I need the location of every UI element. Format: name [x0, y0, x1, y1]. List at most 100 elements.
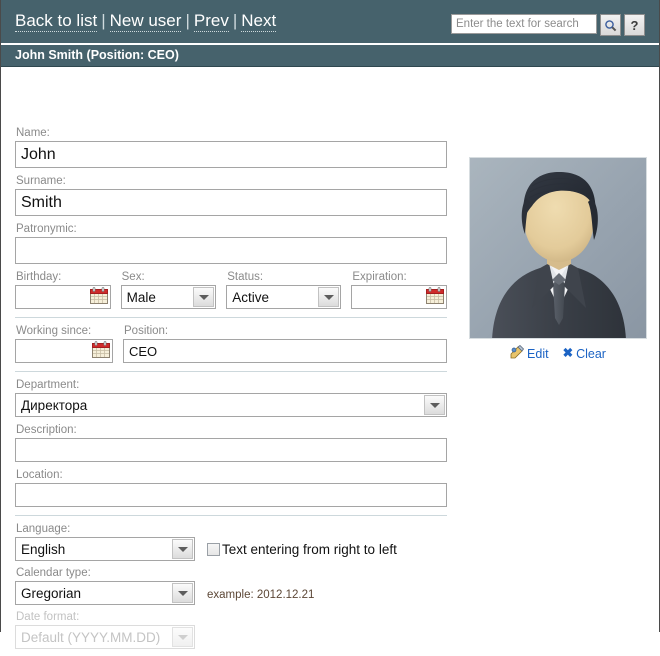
- birthday-datefield: [15, 285, 111, 309]
- working-since-label: Working since:: [16, 325, 92, 337]
- rtl-checkbox[interactable]: [207, 543, 220, 556]
- new-user-link[interactable]: New user: [109, 11, 182, 32]
- calendar-type-field-group: Calendar type: Gregorian: [15, 567, 195, 605]
- sex-field-group: Sex: Male: [120, 271, 217, 309]
- status-label: Status:: [227, 271, 264, 283]
- chevron-down-icon[interactable]: [172, 583, 193, 603]
- edit-photo-button[interactable]: Edit: [510, 344, 549, 362]
- position-label: Position:: [124, 325, 169, 337]
- expiration-field-group: Expiration:: [351, 271, 448, 309]
- language-label: Language:: [16, 523, 71, 535]
- question-mark-icon: ?: [630, 17, 639, 33]
- nav-separator-2: |: [185, 11, 190, 30]
- calendar-icon: [92, 341, 110, 361]
- divider-2: [15, 371, 447, 372]
- pencil-icon: [510, 344, 525, 362]
- department-field-group: Department: Директора: [15, 379, 447, 417]
- edit-photo-label: Edit: [527, 346, 549, 361]
- clear-photo-button[interactable]: ✖ Clear: [563, 347, 606, 361]
- avatar-illustration: [470, 158, 646, 338]
- calendar-example-text: example: 2012.12.21: [207, 589, 315, 601]
- employment-row: Working since: Position: CEO: [15, 325, 447, 363]
- sex-value: Male: [126, 289, 156, 305]
- nav-separator-3: |: [232, 11, 238, 30]
- patronymic-label: Patronymic:: [16, 223, 77, 235]
- surname-field-group: Surname:: [15, 175, 447, 216]
- expiration-label: Expiration:: [352, 271, 407, 283]
- date-format-select: Default (YYYY.MM.DD): [15, 625, 195, 649]
- calendar-type-select[interactable]: Gregorian: [15, 581, 195, 605]
- expiration-calendar-button[interactable]: [425, 287, 445, 306]
- clear-photo-label: Clear: [576, 346, 606, 361]
- chevron-down-icon[interactable]: [424, 395, 445, 415]
- status-select[interactable]: Active: [226, 285, 342, 309]
- calendar-icon: [426, 287, 445, 307]
- user-profile-page: Back to list|New user|Prev|Next ? John S…: [0, 0, 660, 649]
- location-label: Location:: [16, 469, 63, 481]
- help-button[interactable]: ?: [624, 14, 645, 36]
- calendar-icon: [89, 287, 108, 307]
- working-since-field-group: Working since:: [15, 325, 113, 363]
- name-field-group: Name:: [15, 127, 447, 168]
- birthday-calendar-button[interactable]: [89, 287, 109, 306]
- position-input[interactable]: [123, 339, 447, 363]
- status-field-group: Status: Active: [226, 271, 342, 309]
- patronymic-field-group: Patronymic:: [15, 223, 447, 264]
- department-value: Директора: [21, 397, 88, 413]
- divider-3: [15, 515, 447, 516]
- photo-actions: Edit ✖ Clear: [469, 339, 647, 362]
- search-input[interactable]: [451, 14, 597, 34]
- language-row: Language: English Text entering from rig…: [15, 523, 447, 561]
- top-toolbar: Back to list|New user|Prev|Next ?: [1, 0, 659, 45]
- divider-1: [15, 317, 447, 318]
- photo-panel: Edit ✖ Clear: [469, 157, 647, 362]
- identity-row: Birthday: Sex: Male Status: Active Expir…: [15, 271, 448, 309]
- language-select[interactable]: English: [15, 537, 195, 561]
- status-value: Active: [232, 289, 270, 305]
- language-value: English: [21, 541, 66, 557]
- rtl-checkbox-label: Text entering from right to left: [222, 542, 397, 557]
- next-link[interactable]: Next: [241, 11, 277, 32]
- description-input[interactable]: [15, 438, 447, 462]
- description-field-group: Description:: [15, 424, 447, 462]
- patronymic-input[interactable]: [15, 237, 447, 264]
- working-since-datefield: [15, 339, 113, 363]
- chevron-down-icon: [172, 627, 193, 647]
- calendar-type-row: Calendar type: Gregorian example: 2012.1…: [15, 567, 447, 605]
- name-input[interactable]: [15, 141, 447, 168]
- description-label: Description:: [16, 424, 77, 436]
- prev-link[interactable]: Prev: [193, 11, 229, 32]
- search-area: ?: [451, 14, 645, 36]
- position-field-group: Position:: [123, 325, 447, 363]
- calendar-type-label: Calendar type:: [16, 567, 91, 579]
- location-input[interactable]: [15, 483, 447, 507]
- expiration-datefield: [351, 285, 448, 309]
- calendar-type-value: Gregorian: [21, 585, 82, 601]
- search-icon: [604, 19, 617, 32]
- date-format-field-group: Date format: Default (YYYY.MM.DD): [15, 611, 195, 649]
- chevron-down-icon[interactable]: [172, 539, 193, 559]
- avatar[interactable]: [469, 157, 647, 339]
- profile-form: Name: Surname: Patronymic: Birthday:: [15, 127, 448, 656]
- location-field-group: Location:: [15, 469, 447, 507]
- close-x-icon: ✖: [562, 346, 574, 361]
- rtl-checkbox-group: Text entering from right to left: [207, 539, 397, 561]
- working-since-calendar-button[interactable]: [91, 341, 111, 360]
- birthday-label: Birthday:: [16, 271, 62, 283]
- page-title: John Smith (Position: CEO): [1, 45, 659, 67]
- name-label: Name:: [16, 127, 50, 139]
- chevron-down-icon[interactable]: [318, 287, 340, 307]
- nav-separator-1: |: [101, 11, 106, 30]
- search-button[interactable]: [600, 14, 621, 36]
- back-to-list-link[interactable]: Back to list: [15, 11, 98, 32]
- sex-select[interactable]: Male: [120, 285, 217, 309]
- primary-nav: Back to list | New user | Prev | Next: [15, 11, 277, 32]
- surname-input[interactable]: [15, 189, 447, 216]
- date-format-label: Date format:: [16, 611, 80, 623]
- surname-label: Surname:: [16, 175, 66, 187]
- chevron-down-icon[interactable]: [193, 287, 215, 307]
- language-field-group: Language: English: [15, 523, 195, 561]
- department-label: Department:: [16, 379, 80, 391]
- department-select[interactable]: Директора: [15, 393, 447, 417]
- sex-label: Sex:: [121, 271, 145, 283]
